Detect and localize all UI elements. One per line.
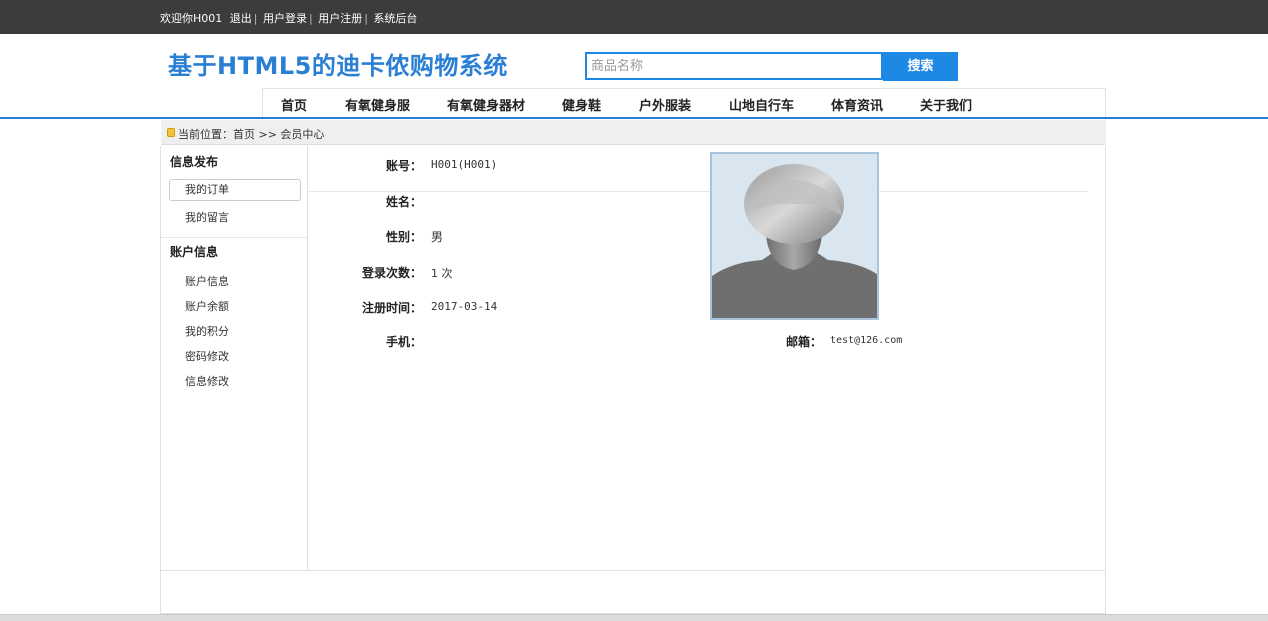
top-bar: 欢迎你H001 退出 | 用户登录 | 用户注册 | 系统后台 [0,0,1268,34]
email-value: test@126.com [830,335,903,346]
row-divider [308,191,1088,192]
phone-label: 手机： [385,335,422,349]
gender-label: 性别： [385,230,422,244]
register-link[interactable]: 用户注册 [318,12,362,25]
admin-link[interactable]: 系统后台 [373,12,417,25]
gender-value: 男 [431,230,444,244]
search-box [585,52,883,80]
site-title[interactable]: 基于HTML5的迪卡侬购物系统 [168,46,508,81]
search-input[interactable] [587,54,881,78]
breadcrumb: 当前位置：首页 >> 会员中心 [161,120,1106,145]
email-label: 邮箱： [785,335,822,349]
separator: | [253,12,258,25]
nav-item-aerobic-equipment[interactable]: 有氧健身器材 [447,95,525,114]
sidebar-item-balance[interactable]: 账户余额 [185,298,229,314]
account-value: H001(H001) [431,158,498,171]
separator: | [309,12,313,25]
sidebar: 信息发布 我的订单 我的留言 账户信息 账户信息 账户余额 我的积分 密码修改 … [161,146,308,570]
sidebar-section-publish: 信息发布 [170,155,219,169]
name-label: 姓名： [385,195,422,209]
header-divider [0,117,1268,119]
nav-item-about-us[interactable]: 关于我们 [920,95,972,114]
avatar [710,152,879,320]
register-time-label: 注册时间： [361,301,422,315]
nav-item-fitness-shoes[interactable]: 健身鞋 [562,95,601,114]
main-nav: 首页 有氧健身服 有氧健身器材 健身鞋 户外服装 山地自行车 体育资讯 关于我们 [262,88,1106,117]
sidebar-item-points[interactable]: 我的积分 [185,323,229,339]
sidebar-divider [161,237,308,238]
login-count-value: 1 次 [431,267,453,280]
nav-item-outdoor-clothing[interactable]: 户外服装 [639,95,691,114]
member-center-panel: 信息发布 我的订单 我的留言 账户信息 账户信息 账户余额 我的积分 密码修改 … [160,146,1106,570]
search-button[interactable]: 搜索 [883,52,958,81]
login-link[interactable]: 用户登录 [263,12,307,25]
nav-item-mountain-bike[interactable]: 山地自行车 [729,95,794,114]
login-count-label: 登录次数： [361,266,422,280]
nav-item-sports-news[interactable]: 体育资讯 [831,95,883,114]
welcome-text: 欢迎你H001 [160,12,223,25]
sidebar-item-edit-info[interactable]: 信息修改 [185,373,229,389]
nav-item-home[interactable]: 首页 [281,95,307,114]
breadcrumb-text: 当前位置：首页 >> 会员中心 [178,128,325,141]
account-label: 账号： [385,159,422,173]
separator: | [364,12,368,25]
avatar-silhouette-icon [712,154,877,318]
sidebar-item-change-password[interactable]: 密码修改 [185,348,229,364]
sidebar-section-account: 账户信息 [170,245,219,259]
nav-item-aerobic-clothing[interactable]: 有氧健身服 [345,95,410,114]
top-links: 欢迎你H001 退出 | 用户登录 | 用户注册 | 系统后台 [160,10,417,26]
footer [160,570,1106,614]
sidebar-item-account-info[interactable]: 账户信息 [185,273,229,289]
taskbar-strip [0,614,1268,621]
logout-link[interactable]: 退出 [230,12,252,25]
sidebar-item-my-messages[interactable]: 我的留言 [185,209,229,225]
sidebar-item-my-orders[interactable]: 我的订单 [169,179,301,201]
register-time-value: 2017-03-14 [431,300,498,313]
location-icon [167,128,175,137]
